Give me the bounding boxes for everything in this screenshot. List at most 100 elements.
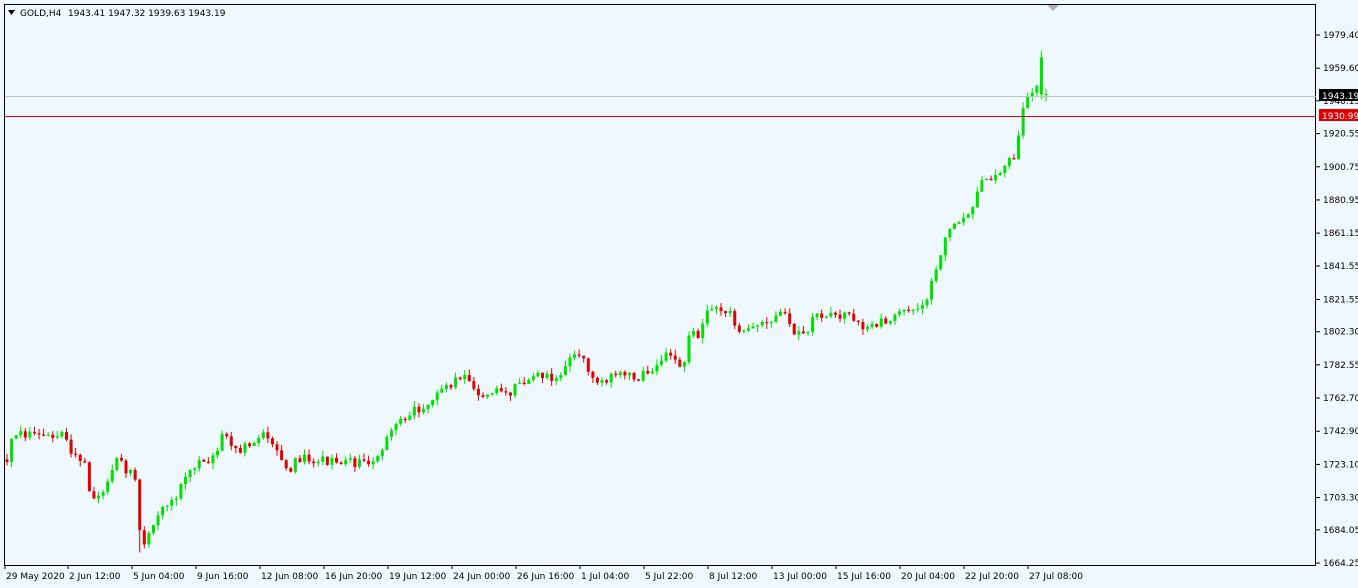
candle-body: [330, 457, 334, 465]
candle-body: [513, 384, 517, 396]
candle-body: [1017, 135, 1021, 160]
candle-body: [467, 375, 471, 382]
candle-body: [14, 435, 18, 439]
candle-body: [1026, 96, 1030, 109]
time-tick-label: 24 Jun 00:00: [453, 572, 510, 582]
candle-body: [710, 309, 714, 311]
candle-body: [650, 371, 654, 374]
candle-body: [1030, 92, 1034, 97]
candle-body: [124, 460, 128, 474]
candle-body: [504, 391, 508, 393]
candle-body: [5, 459, 9, 462]
candle-body: [605, 380, 609, 383]
candle-body: [541, 372, 545, 379]
candle-body: [92, 491, 96, 499]
candle-body: [586, 358, 590, 372]
bull-candle: [385, 434, 389, 451]
candle-body: [486, 394, 490, 397]
candle-body: [216, 450, 220, 456]
candle-body: [637, 379, 641, 381]
candle-body: [554, 377, 558, 381]
candle-body: [724, 311, 728, 314]
candle-body: [820, 313, 824, 318]
candle-body: [765, 322, 769, 324]
candle-body: [106, 481, 110, 492]
candle-body: [508, 392, 512, 396]
time-tick-label: 2 Jun 12:00: [69, 572, 121, 582]
candle-body: [527, 379, 531, 385]
price-tick-label: 1920.55: [1323, 130, 1358, 140]
candle-body: [275, 444, 279, 451]
candle-body: [426, 404, 430, 409]
time-tick-label: 22 Jul 20:00: [965, 572, 1019, 582]
candle-body: [394, 423, 398, 431]
candle-body: [660, 360, 664, 365]
candle-body: [760, 322, 764, 326]
price-tick-label: 1664.25: [1323, 559, 1358, 569]
candle-body: [975, 191, 979, 208]
candle-body: [618, 372, 622, 376]
candle-body: [184, 477, 188, 485]
candle-body: [243, 443, 247, 453]
candle-body: [170, 500, 174, 506]
symbol-label: GOLD,H4: [20, 9, 62, 19]
candle-body: [229, 436, 233, 446]
candle-body: [582, 355, 586, 359]
candle-body: [174, 498, 178, 501]
candle-body: [389, 430, 393, 437]
candle-body: [966, 214, 970, 218]
bear-candle: [87, 461, 91, 492]
candle-body: [431, 399, 435, 405]
candle-body: [623, 372, 627, 376]
candle-body: [952, 223, 956, 229]
candle-body: [385, 436, 389, 451]
candle-body: [746, 328, 750, 331]
time-tick-label: 8 Jul 12:00: [709, 572, 758, 582]
candle-body: [779, 311, 783, 316]
candle-body: [87, 462, 91, 492]
candle-body: [943, 237, 947, 256]
candle-body: [1012, 158, 1016, 160]
candle-body: [742, 330, 746, 332]
candle-body: [591, 371, 595, 378]
candle-body: [531, 376, 535, 380]
candle-body: [614, 373, 618, 376]
candle-body: [261, 432, 265, 439]
candle-body: [380, 450, 384, 457]
candle-body: [673, 355, 677, 360]
candle-body: [371, 461, 375, 465]
candle-body: [303, 454, 307, 463]
candle-body: [838, 314, 842, 319]
candle-body: [362, 459, 366, 461]
time-tick-label: 9 Jun 16:00: [197, 572, 249, 582]
candle-body: [788, 313, 792, 324]
candle-body: [829, 312, 833, 317]
candle-body: [206, 461, 210, 464]
price-chart[interactable]: GOLD,H4 1943.41 1947.32 1939.63 1943.19 …: [0, 0, 1358, 588]
time-tick-label: 19 Jun 12:00: [389, 572, 446, 582]
candle-body: [161, 506, 165, 516]
candle-body: [687, 335, 691, 363]
candle-body: [705, 310, 709, 324]
candle-body: [449, 385, 453, 388]
candle-body: [476, 388, 480, 396]
candle-body: [97, 495, 101, 499]
candle-body: [280, 450, 284, 461]
candle-body: [797, 331, 801, 335]
candle-body: [78, 454, 82, 461]
price-tick-label: 1684.05: [1323, 526, 1358, 536]
candle-body: [289, 468, 293, 472]
candle-body: [811, 317, 815, 332]
candle-body: [701, 323, 705, 339]
candle-body: [440, 388, 444, 393]
candle-body: [270, 438, 274, 445]
candle-body: [284, 460, 288, 469]
chart-window[interactable]: GOLD,H4 1943.41 1947.32 1939.63 1943.19 …: [0, 0, 1358, 588]
candle-body: [728, 311, 732, 314]
price-tick-label: 1880.95: [1323, 196, 1358, 206]
candle-body: [861, 322, 865, 330]
candle-body: [147, 532, 151, 545]
candle-body: [930, 280, 934, 300]
candle-body: [307, 454, 311, 462]
candle-body: [902, 309, 906, 312]
